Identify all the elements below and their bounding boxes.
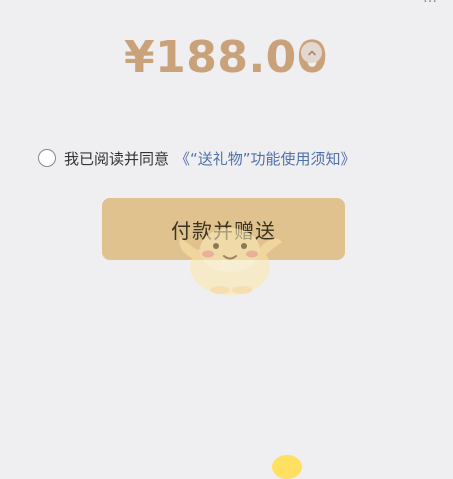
chevron-up-icon: [307, 50, 316, 55]
floating-mascot-icon: [272, 455, 302, 479]
price-row: ¥188.00: [0, 28, 453, 88]
agreement-row: 我已阅读并同意 《“送礼物”功能使用须知》: [38, 146, 356, 170]
top-cutoff-text: …: [423, 0, 437, 6]
agreement-link[interactable]: 《“送礼物”功能使用须知》: [175, 148, 356, 169]
collapse-toggle-button[interactable]: [301, 42, 322, 63]
price-amount: ¥188.00: [124, 32, 328, 83]
pay-and-gift-button[interactable]: 付款并赠送: [102, 198, 345, 260]
agreement-radio[interactable]: [38, 149, 56, 167]
agreement-label: 我已阅读并同意: [64, 149, 170, 168]
